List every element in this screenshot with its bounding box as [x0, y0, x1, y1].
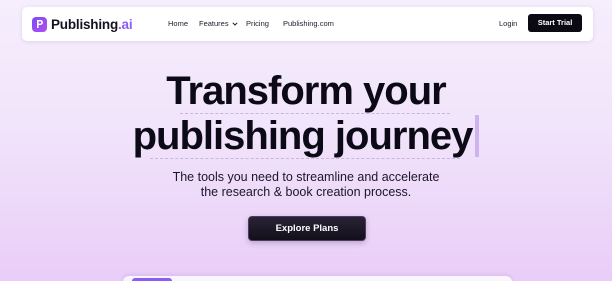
brand-name: Publishing.ai — [51, 16, 133, 32]
brand-logo[interactable]: Publishing.ai — [32, 16, 133, 32]
explore-plans-button[interactable]: Explore Plans — [248, 216, 366, 241]
chevron-down-icon — [232, 19, 238, 29]
product-preview-card — [123, 276, 512, 281]
nav-link-pricing[interactable]: Pricing — [246, 19, 269, 29]
hero-title: Transform your publishing journey — [0, 69, 612, 159]
hero-title-line-1: Transform your — [166, 69, 446, 113]
nav-link-features[interactable]: Features — [199, 19, 238, 29]
hero-title-line-2-text: publishing journey — [132, 114, 474, 158]
nav-link-home[interactable]: Home — [168, 19, 188, 29]
nav-link-publishing-com[interactable]: Publishing.com — [283, 19, 334, 29]
hero-subtitle: The tools you need to streamline and acc… — [0, 170, 612, 200]
hero-subtitle-line-1: The tools you need to streamline and acc… — [172, 170, 440, 184]
login-link[interactable]: Login — [499, 19, 517, 29]
top-navbar: Publishing.ai Home Features Pricing Publ… — [22, 7, 593, 41]
nav-link-features-label: Features — [199, 19, 229, 28]
start-trial-button[interactable]: Start Trial — [528, 14, 582, 32]
brand-suffix: .ai — [118, 16, 133, 32]
hero-title-line-2: publishing journey — [0, 114, 612, 159]
publishing-logo-icon — [32, 16, 47, 32]
typing-cursor — [475, 115, 480, 157]
hero-subtitle-line-2: the research & book creation process. — [200, 185, 412, 199]
